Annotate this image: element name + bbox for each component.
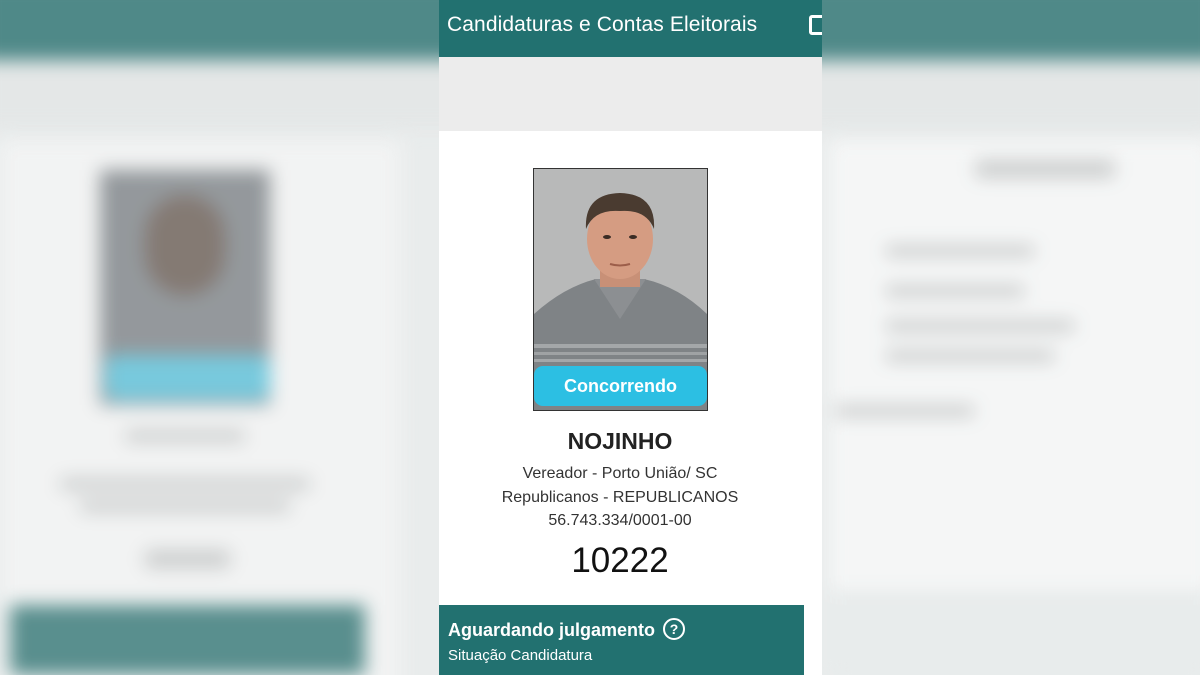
- top-band: [439, 57, 822, 131]
- cnpj: 56.743.334/0001-00: [548, 512, 692, 529]
- candidate-profile: Concorrendo NOJINHO Vereador - Porto Uni…: [439, 131, 822, 675]
- candidate-photo: Concorrendo: [533, 168, 708, 411]
- office-location: Vereador - Porto União/ SC: [522, 465, 718, 482]
- external-link-icon[interactable]: [809, 15, 822, 35]
- candidacy-status-badge: Concorrendo: [534, 366, 707, 406]
- screen: Candidaturas e Contas Eleitorais Concorr…: [0, 0, 1200, 675]
- candidate-number: 10222: [571, 541, 669, 580]
- situation-title: Aguardando julgamento: [448, 620, 655, 640]
- situation-label: Situação Candidatura: [448, 647, 593, 664]
- candidate-name: NOJINHO: [567, 428, 673, 454]
- party: Republicanos - REPUBLICANOS: [501, 489, 739, 506]
- candidacy-situation-bar: Aguardando julgamento ? Situação Candida…: [439, 605, 804, 675]
- app-header: Candidaturas e Contas Eleitorais: [439, 0, 822, 57]
- phone-screen: Candidaturas e Contas Eleitorais Concorr…: [439, 0, 822, 675]
- help-icon[interactable]: ?: [663, 618, 685, 640]
- app-title: Candidaturas e Contas Eleitorais: [447, 13, 758, 36]
